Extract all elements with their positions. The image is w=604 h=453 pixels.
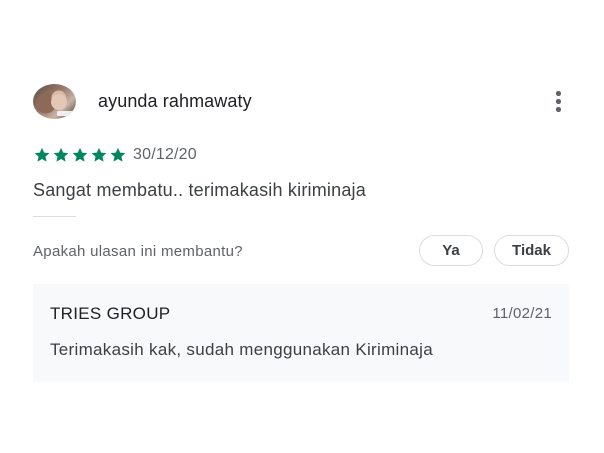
reply-text: Terimakasih kak, sudah menggunakan Kirim…: [50, 340, 433, 359]
divider: [33, 216, 76, 217]
avatar-face: [51, 94, 67, 110]
review-date: 30/12/20: [133, 146, 197, 163]
star-icon: [91, 147, 107, 162]
reviewer-name: ayunda rahmawaty: [98, 91, 252, 111]
review-text: Sangat membatu.. terimakasih kiriminaja: [33, 180, 366, 200]
avatar: [33, 84, 76, 119]
more-vert-icon-dot: [556, 91, 561, 96]
star-icon: [34, 147, 50, 162]
star-icon: [72, 147, 88, 162]
developer-name: TRIES GROUP: [50, 304, 171, 323]
helpful-question: Apakah ulasan ini membantu?: [33, 243, 243, 260]
star-icon: [110, 147, 126, 162]
developer-reply: TRIES GROUP 11/02/21 Terimakasih kak, su…: [33, 284, 569, 382]
star-rating: [33, 146, 127, 164]
avatar-tag: [57, 111, 73, 116]
helpful-yes-button[interactable]: Ya: [419, 235, 483, 266]
more-vert-icon-dot: [556, 107, 561, 112]
reply-date: 11/02/21: [492, 305, 552, 322]
more-options-button[interactable]: [550, 89, 566, 113]
star-icon: [53, 147, 69, 162]
helpful-no-button[interactable]: Tidak: [494, 235, 569, 266]
more-vert-icon-dot: [556, 99, 561, 104]
